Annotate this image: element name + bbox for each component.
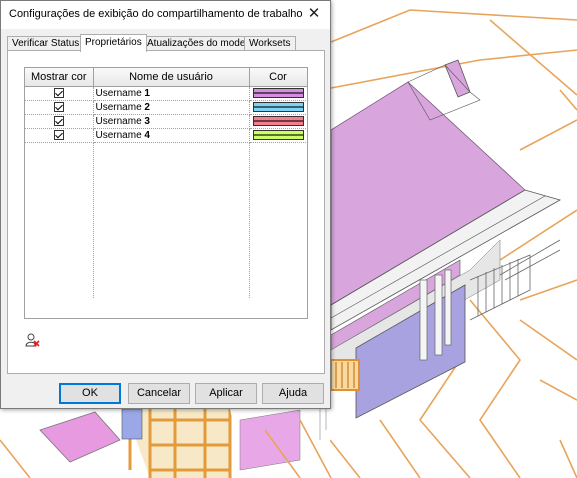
show-color-cell [25, 128, 94, 143]
empty-cell [25, 142, 94, 298]
close-icon: ✕ [307, 5, 321, 22]
username-cell[interactable]: Username 1 [93, 86, 250, 101]
table-header-row: Mostrar cor Nome de usuário Cor [25, 68, 308, 87]
show-color-checkbox[interactable] [53, 87, 64, 98]
owners-table: Mostrar cor Nome de usuário Cor Username… [24, 67, 308, 319]
username-cell[interactable]: Username 4 [93, 128, 250, 143]
username-number: 1 [144, 87, 150, 99]
show-color-cell [25, 100, 94, 115]
tab-worksets[interactable]: Worksets [244, 36, 296, 51]
dialog-title: Configurações de exibição do compartilha… [9, 8, 303, 20]
color-swatch[interactable] [252, 102, 304, 112]
column-header-color[interactable]: Cor [249, 68, 308, 87]
color-swatch[interactable] [252, 88, 304, 98]
color-cell[interactable] [249, 100, 308, 115]
table-row: Username 2 [25, 100, 308, 115]
username-cell[interactable]: Username 2 [93, 100, 250, 115]
color-cell[interactable] [249, 128, 308, 143]
username-number: 4 [144, 129, 150, 141]
remove-user-icon [25, 333, 40, 347]
owners-tab-panel: Mostrar cor Nome de usuário Cor Username… [7, 50, 325, 374]
remove-user-button[interactable] [25, 332, 41, 348]
title-bar[interactable]: Configurações de exibição do compartilha… [1, 1, 330, 29]
tab-proprietarios[interactable]: Proprietários [80, 34, 147, 52]
column-header-username[interactable]: Nome de usuário [93, 68, 250, 87]
show-color-checkbox[interactable] [53, 101, 64, 112]
help-button[interactable]: Ajuda [262, 383, 324, 404]
color-swatch[interactable] [252, 116, 304, 126]
username-cell[interactable]: Username 3 [93, 114, 250, 129]
color-swatch[interactable] [252, 130, 304, 140]
column-header-show-color[interactable]: Mostrar cor [25, 68, 94, 87]
close-button[interactable]: ✕ [302, 3, 326, 25]
tab-atualizacoes-do-modelo[interactable]: Atualizações do modelo [142, 36, 259, 51]
username-text: Username [95, 115, 145, 127]
username-number: 2 [144, 101, 150, 113]
color-cell[interactable] [249, 86, 308, 101]
empty-row-area [25, 142, 308, 298]
tab-verificar-status[interactable]: Verificar Status [7, 36, 85, 51]
empty-cell [93, 142, 250, 298]
show-color-cell [25, 114, 94, 129]
table-row: Username 3 [25, 114, 308, 129]
apply-button[interactable]: Aplicar [195, 383, 257, 404]
username-text: Username [95, 129, 145, 141]
show-color-checkbox[interactable] [53, 129, 64, 140]
table-row: Username 1 [25, 86, 308, 101]
cancel-button[interactable]: Cancelar [128, 383, 190, 404]
empty-cell [249, 142, 308, 298]
ok-button[interactable]: OK [59, 383, 121, 404]
username-text: Username [95, 101, 145, 113]
username-number: 3 [144, 115, 150, 127]
username-text: Username [95, 87, 145, 99]
color-cell[interactable] [249, 114, 308, 129]
show-color-cell [25, 86, 94, 101]
worksharing-display-settings-dialog: Configurações de exibição do compartilha… [0, 0, 331, 409]
table-row: Username 4 [25, 128, 308, 143]
show-color-checkbox[interactable] [53, 115, 64, 126]
tab-strip: Verificar Status Proprietários Atualizaç… [7, 34, 325, 52]
